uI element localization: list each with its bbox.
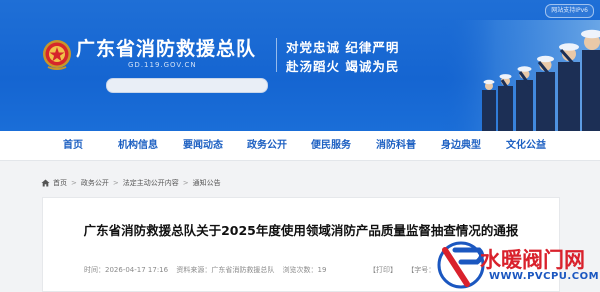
breadcrumb-item-public-affairs[interactable]: 政务公开 xyxy=(81,178,109,188)
ipv6-badge: 网站支持IPv6 xyxy=(545,4,594,18)
nav-item-public-affairs[interactable]: 政务公开 xyxy=(247,131,287,160)
home-icon xyxy=(41,179,50,187)
saluting-officers-banner-image xyxy=(440,20,600,131)
breadcrumb-separator: > xyxy=(112,179,119,187)
slogan-line-1: 对党忠诚 纪律严明 xyxy=(286,40,400,55)
fire-rescue-emblem-icon[interactable] xyxy=(42,37,72,71)
site-header: 网站支持IPv6 广东省消防救援总队 GD.119.GOV.CN 对党忠诚 纪律… xyxy=(0,0,600,131)
watermark-brand-cn: 水暖阀门网 xyxy=(480,248,585,272)
nav-item-organization[interactable]: 机构信息 xyxy=(118,131,158,160)
breadcrumb-separator: > xyxy=(182,179,189,187)
article-source: 资料来源：广东省消防救援总队 xyxy=(176,266,275,274)
site-domain: GD.119.GOV.CN xyxy=(128,61,197,69)
nav-item-fire-science[interactable]: 消防科普 xyxy=(376,131,416,160)
nav-item-services[interactable]: 便民服务 xyxy=(311,131,351,160)
nav-item-home[interactable]: 首页 xyxy=(63,131,83,160)
search-input[interactable] xyxy=(106,78,268,93)
article-title: 广东省消防救援总队关于2025年度使用领域消防产品质量监督抽查情况的通报 xyxy=(83,223,519,238)
article-views: 浏览次数：19 xyxy=(282,266,327,274)
header-divider xyxy=(276,38,277,72)
article-meta: 时间：2026-04-17 17:16 资料来源：广东省消防救援总队 浏览次数：… xyxy=(84,265,332,275)
breadcrumb-item-statutory-disclosure[interactable]: 法定主动公开内容 xyxy=(123,178,179,188)
site-title[interactable]: 广东省消防救援总队 xyxy=(76,34,256,61)
breadcrumb-separator: > xyxy=(71,179,77,187)
nav-item-news[interactable]: 要闻动态 xyxy=(183,131,223,160)
breadcrumb: 首页 > 政务公开 > 法定主动公开内容 > 通知公告 xyxy=(41,178,221,188)
breadcrumb-item-home[interactable]: 首页 xyxy=(53,178,67,188)
watermark-brand-en: WWW.PVCPU.COM xyxy=(489,271,600,282)
print-link[interactable]: 【打印】 xyxy=(369,266,397,274)
nav-item-role-models[interactable]: 身边典型 xyxy=(441,131,481,160)
article-date: 时间：2026-04-17 17:16 xyxy=(84,266,169,274)
main-nav: 首页 机构信息 要闻动态 政务公开 便民服务 消防科普 身边典型 文化公益 xyxy=(0,131,600,161)
slogan-line-2: 赴汤蹈火 竭诚为民 xyxy=(286,59,400,74)
font-size-control[interactable]: 【字号： xyxy=(407,266,435,274)
nav-item-culture[interactable]: 文化公益 xyxy=(506,131,546,160)
breadcrumb-item-notices[interactable]: 通知公告 xyxy=(193,178,221,188)
